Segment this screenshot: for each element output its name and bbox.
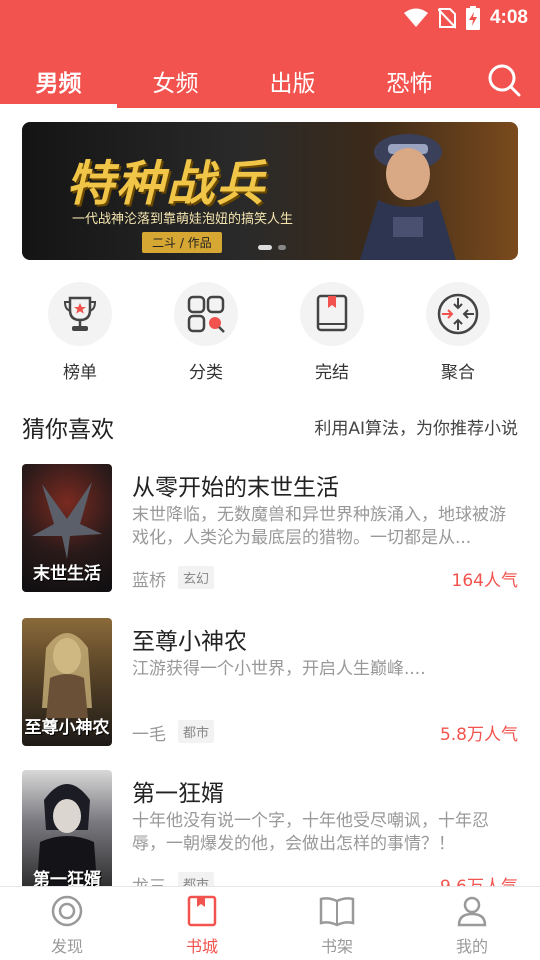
no-sim-icon xyxy=(437,8,456,29)
battery-charging-icon xyxy=(465,6,480,30)
bottom-navigation: 发现 书城 书架 我的 xyxy=(0,886,540,960)
book-cover: 第一狂婿 xyxy=(22,770,112,898)
tab-male[interactable]: 男频 xyxy=(0,64,117,98)
entry-aggregate[interactable]: 聚合 xyxy=(418,282,498,383)
list-item[interactable]: 至尊小神农 至尊小神农 江游获得一个小世界，开启人生巅峰.... 一毛 都市 5… xyxy=(0,618,540,750)
pager-dot xyxy=(278,245,286,250)
aggregate-icon xyxy=(437,293,479,335)
book-description: 江游获得一个小世界，开启人生巅峰.... xyxy=(132,659,426,679)
entry-category[interactable]: 分类 xyxy=(166,282,246,383)
search-button[interactable] xyxy=(486,62,522,98)
book-popularity: 5.8万人气 xyxy=(439,725,518,745)
cover-title: 至尊小神农 xyxy=(24,718,110,739)
entry-ranking-label: 榜单 xyxy=(63,363,97,383)
tab-horror[interactable]: 恐怖 xyxy=(351,64,468,98)
pager-dot-active xyxy=(258,245,272,250)
book-icon xyxy=(316,294,348,332)
entry-ranking[interactable]: 榜单 xyxy=(40,282,120,383)
banner-pager xyxy=(258,245,286,250)
banner-title: 特种战兵 xyxy=(66,156,267,212)
category-icon xyxy=(187,295,225,333)
nav-bookstore[interactable]: 书城 xyxy=(157,895,247,957)
search-icon xyxy=(488,64,521,97)
book-description: 十年他没有说一个字，十年他受尽嘲讽，十年忍辱，一朝爆发的他，会做出怎样的事情？！ xyxy=(132,811,489,854)
section-title: 猜你喜欢 xyxy=(22,417,114,443)
nav-bookshelf[interactable]: 书架 xyxy=(292,895,382,957)
section-hint: 利用AI算法，为你推荐小说 xyxy=(314,419,518,439)
banner-author: 二斗 / 作品 xyxy=(142,232,222,253)
bookshelf-icon xyxy=(319,897,355,927)
nav-profile[interactable]: 我的 xyxy=(427,895,517,957)
entry-aggregate-label: 聚合 xyxy=(441,363,475,383)
status-time: 4:08 xyxy=(489,7,528,28)
status-bar: 4:08 xyxy=(0,0,540,36)
list-item[interactable]: 第一狂婿 第一狂婿 十年他没有说一个字，十年他受尽嘲讽，十年忍辱，一朝爆发的他，… xyxy=(0,770,540,902)
nav-bookstore-label: 书城 xyxy=(185,937,218,956)
book-cover: 至尊小神农 xyxy=(22,618,112,746)
book-author: 一毛 xyxy=(132,725,166,745)
top-header: 4:08 男频 女频 出版 恐怖 xyxy=(0,0,540,108)
channel-tabs: 男频 女频 出版 恐怖 xyxy=(0,54,540,108)
book-title: 从零开始的末世生活 xyxy=(132,475,339,501)
active-tab-indicator xyxy=(0,104,117,108)
book-popularity: 164人气 xyxy=(451,571,518,591)
book-author: 蓝桥 xyxy=(132,571,166,591)
book-description: 末世降临，无数魔兽和异世界种族涌入，地球被游戏化，人类沦为最底层的猎物。一切都是… xyxy=(132,505,506,548)
promo-banner[interactable]: 特种战兵 一代战神沦落到靠萌娃泡妞的搞笑人生 二斗 / 作品 xyxy=(22,122,518,260)
nav-bookshelf-label: 书架 xyxy=(320,937,353,956)
cover-title: 末世生活 xyxy=(33,564,101,585)
book-title: 第一狂婿 xyxy=(132,781,224,807)
entry-category-label: 分类 xyxy=(189,363,223,383)
list-item[interactable]: 末世生活 从零开始的末世生活 末世降临，无数魔兽和异世界种族涌入，地球被游戏化，… xyxy=(0,464,540,596)
nav-profile-label: 我的 xyxy=(455,937,488,956)
book-title: 至尊小神农 xyxy=(132,629,247,655)
book-genre-tag: 都市 xyxy=(178,720,215,743)
discover-icon xyxy=(51,895,83,927)
book-cover: 末世生活 xyxy=(22,464,112,592)
bookstore-icon xyxy=(187,895,217,927)
wifi-icon xyxy=(403,8,428,27)
tab-publish[interactable]: 出版 xyxy=(234,64,351,98)
banner-subtitle: 一代战神沦落到靠萌娃泡妞的搞笑人生 xyxy=(72,212,294,227)
nav-discover[interactable]: 发现 xyxy=(22,895,112,957)
entry-completed[interactable]: 完结 xyxy=(292,282,372,383)
entry-completed-label: 完结 xyxy=(315,363,349,383)
book-genre-tag: 玄幻 xyxy=(178,566,215,589)
soldier-illustration xyxy=(360,134,456,260)
nav-discover-label: 发现 xyxy=(50,937,83,956)
profile-icon xyxy=(457,896,487,927)
tab-female[interactable]: 女频 xyxy=(117,64,234,98)
trophy-icon xyxy=(63,296,97,331)
quick-entries: 榜单 分类 完结 聚合 xyxy=(0,282,540,383)
